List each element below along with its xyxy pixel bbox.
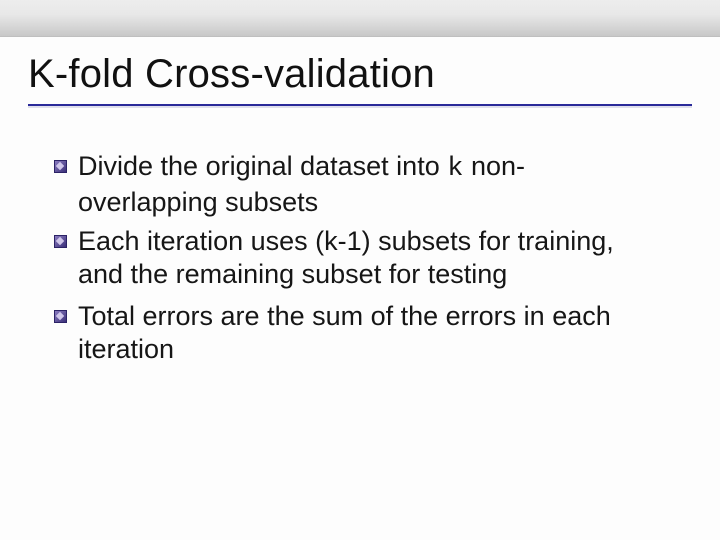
slide: K-fold Cross-validation Divide the origi… bbox=[0, 0, 720, 540]
title-bar-decoration bbox=[0, 0, 720, 37]
slide-title: K-fold Cross-validation bbox=[28, 52, 692, 96]
title-area: K-fold Cross-validation bbox=[28, 52, 692, 106]
list-item: Divide the original dataset into k non-o… bbox=[78, 150, 662, 219]
bullet-text-pre: Divide the original dataset into bbox=[78, 151, 447, 181]
list-item: Each iteration uses (k-1) subsets for tr… bbox=[78, 225, 662, 294]
body-text: Divide the original dataset into k non-o… bbox=[78, 150, 662, 375]
diamond-bullet-icon bbox=[54, 235, 67, 248]
bullet-text-pre: Total errors are the sum of the errors i… bbox=[78, 301, 611, 364]
list-item: Total errors are the sum of the errors i… bbox=[78, 300, 662, 369]
bullet-text-mono: k bbox=[447, 154, 463, 184]
title-underline bbox=[28, 104, 692, 106]
bullet-text-pre: Each iteration uses (k-1) subsets for tr… bbox=[78, 226, 614, 289]
diamond-bullet-icon bbox=[54, 310, 67, 323]
diamond-bullet-icon bbox=[54, 160, 67, 173]
